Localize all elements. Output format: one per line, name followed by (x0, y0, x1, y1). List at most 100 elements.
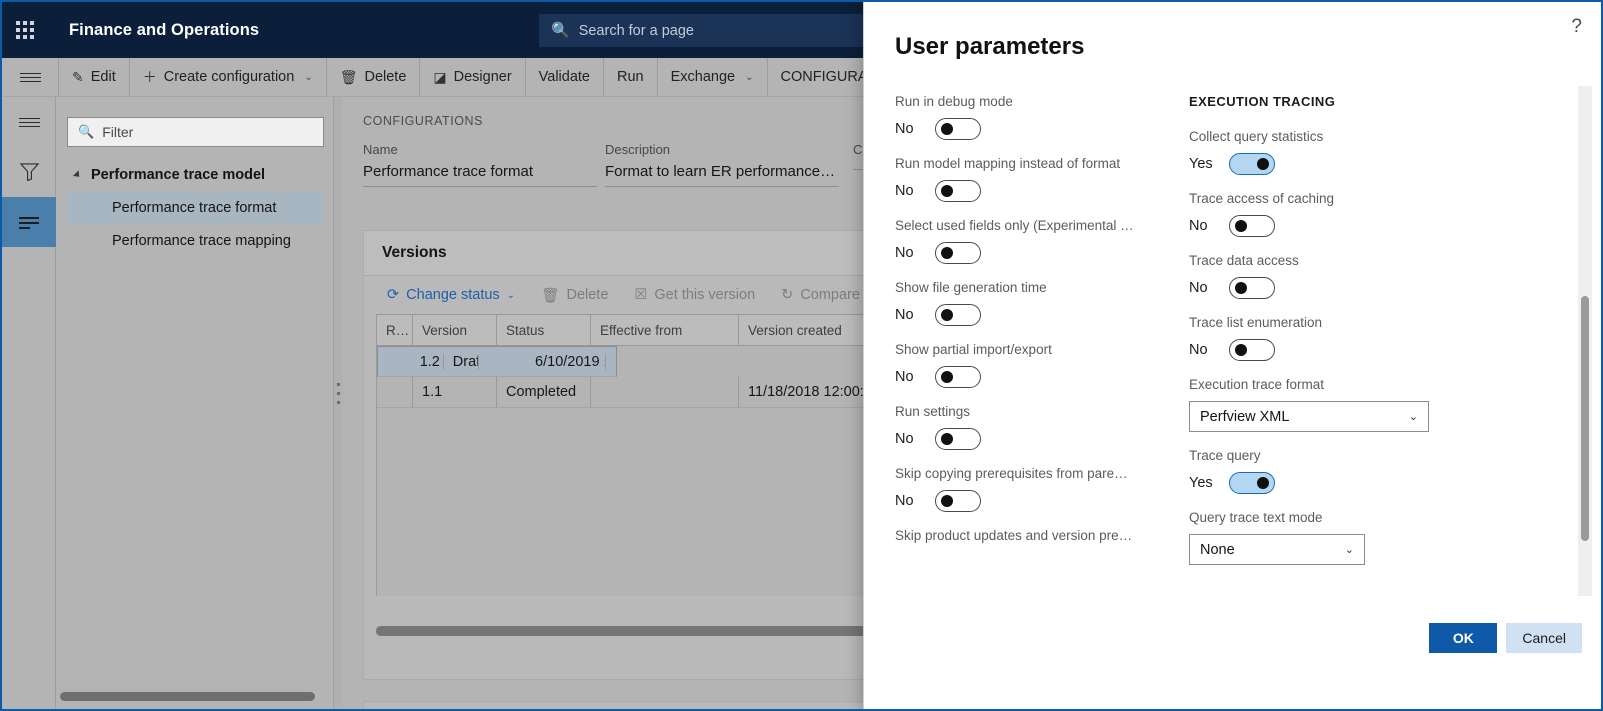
create-configuration-button[interactable]: ＋ Create configuration ⌄ (128, 57, 326, 97)
toggle-trace-data-access[interactable] (1229, 277, 1275, 299)
designer-label: Designer (453, 69, 512, 85)
name-field-value[interactable]: Performance trace format (363, 163, 597, 187)
toggle-skip-copying-prerequisites[interactable] (935, 490, 981, 512)
cancel-button[interactable]: Cancel (1506, 623, 1582, 653)
dialog-footer: OK Cancel (864, 609, 1601, 709)
panel-splitter-handle[interactable] (333, 97, 343, 709)
tree-node-performance-trace-model[interactable]: Performance trace model (67, 158, 324, 191)
table-row[interactable]: 1.2 Draft 📅 6/10/2019 12:21:55 (377, 346, 617, 377)
select-execution-trace-format[interactable]: Perfview XML ⌄ (1189, 401, 1429, 432)
toggle-trace-query[interactable] (1229, 472, 1275, 494)
edit-button[interactable]: ✎ Edit (58, 57, 129, 97)
trash-icon: 🗑 (541, 287, 560, 304)
description-field-value[interactable]: Format to learn ER performance… (605, 163, 839, 187)
toggle-show-file-generation-time[interactable] (935, 304, 981, 326)
dialog-vertical-scrollbar[interactable] (1578, 86, 1592, 596)
option-value: No (895, 183, 914, 199)
option-label: Run settings (895, 404, 971, 419)
validate-button[interactable]: Validate (524, 57, 603, 97)
chevron-down-icon: ⌄ (1344, 544, 1354, 556)
option-value: No (895, 245, 914, 261)
option-value: No (1189, 218, 1208, 234)
option-value: No (895, 493, 914, 509)
option-value: No (895, 431, 914, 447)
toggle-trace-list-enumeration[interactable] (1229, 339, 1275, 361)
toggle-knob (1257, 477, 1269, 489)
toggle-knob (1235, 344, 1247, 356)
refresh-status-icon: ⟳ (387, 287, 400, 303)
chevron-down-icon: ⌄ (1408, 411, 1418, 423)
scrollbar-thumb[interactable] (60, 692, 315, 701)
scrollbar-thumb[interactable] (1581, 296, 1589, 541)
option-skip-product-updates: Skip product updates and version pre… (895, 528, 1165, 543)
description-field: Description Format to learn ER performan… (605, 142, 839, 187)
toggle-run-model-mapping[interactable] (935, 180, 981, 202)
list-lines-glyph (19, 216, 39, 229)
cell-version: 1.1 (413, 377, 497, 407)
grid-delete-button[interactable]: 🗑 Delete (530, 276, 619, 314)
option-label: Trace query (1189, 448, 1261, 463)
plus-icon: ＋ (142, 69, 157, 85)
option-execution-trace-format: Execution trace format Perfview XML ⌄ (1189, 377, 1461, 432)
filter-funnel-icon[interactable] (2, 147, 56, 197)
description-field-label: Description (605, 142, 671, 157)
run-button[interactable]: Run (603, 57, 657, 97)
chevron-down-icon: ⌄ (506, 289, 516, 301)
option-trace-list-enumeration: Trace list enumeration No (1189, 315, 1461, 361)
option-label: Execution trace format (1189, 377, 1325, 392)
column-header-version[interactable]: Version (413, 315, 497, 345)
option-query-trace-text-mode: Query trace text mode None ⌄ (1189, 510, 1461, 565)
toggle-select-used-fields-only[interactable] (935, 242, 981, 264)
dialog-body: Run in debug mode No Run model mapping i… (864, 94, 1601, 606)
option-label: Collect query statistics (1189, 129, 1324, 144)
designer-button[interactable]: ◪ Designer (419, 57, 524, 97)
filter-input[interactable]: 🔍 Filter (67, 117, 324, 147)
select-value: None (1200, 541, 1235, 558)
app-launcher-grid-icon[interactable] (2, 2, 48, 58)
column-header-r[interactable]: R… (377, 315, 413, 345)
cell-version-created: 6/10/2019 12:21:55 (526, 353, 606, 370)
toggle-knob (1235, 220, 1247, 232)
tree-list: Performance trace model Performance trac… (67, 158, 324, 257)
rail-menu-icon[interactable] (2, 97, 56, 147)
exchange-button[interactable]: Exchange ⌄ (656, 57, 767, 97)
toggle-show-partial-import-export[interactable] (935, 366, 981, 388)
toggle-knob (941, 433, 953, 445)
option-run-model-mapping-instead-of-format: Run model mapping instead of format No (895, 156, 1165, 202)
get-this-version-button[interactable]: ☒ Get this version (623, 276, 766, 314)
expand-triangle-icon[interactable] (72, 169, 83, 180)
column-header-effective-from[interactable]: Effective from (591, 315, 739, 345)
delete-button[interactable]: 🗑 Delete (325, 57, 420, 97)
hamburger-menu-icon[interactable] (2, 58, 58, 97)
cell-version: 1.2 (411, 353, 444, 370)
toggle-collect-query-statistics[interactable] (1229, 153, 1275, 175)
toggle-knob (941, 371, 953, 383)
splitter-dots (337, 383, 340, 404)
list-view-icon[interactable] (2, 197, 56, 247)
help-icon[interactable]: ? (1571, 16, 1582, 38)
toggle-run-settings[interactable] (935, 428, 981, 450)
dialog-buttons: OK Cancel (1429, 623, 1582, 653)
app-title: Finance and Operations (69, 20, 260, 39)
cell-effective-from[interactable] (591, 377, 739, 407)
option-label: Run in debug mode (895, 94, 1013, 109)
tree-horizontal-scrollbar[interactable] (57, 692, 331, 701)
user-parameters-dialog: ? User parameters Run in debug mode No R… (863, 2, 1601, 709)
name-field-label: Name (363, 142, 398, 157)
chevron-down-icon: ⌄ (745, 71, 754, 83)
cell-r (377, 377, 413, 407)
tree-node-performance-trace-mapping[interactable]: Performance trace mapping (67, 224, 324, 257)
ok-button[interactable]: OK (1429, 623, 1498, 653)
search-input[interactable]: 🔍 Search for a page (539, 14, 868, 47)
application-window: Finance and Operations 🔍 Search for a pa… (0, 0, 1603, 711)
search-placeholder: Search for a page (578, 22, 694, 39)
option-label: Trace data access (1189, 253, 1299, 268)
option-value: No (895, 307, 914, 323)
option-trace-query: Trace query Yes (1189, 448, 1461, 494)
change-status-button[interactable]: ⟳ Change status ⌄ (376, 276, 526, 314)
toggle-run-in-debug-mode[interactable] (935, 118, 981, 140)
toggle-trace-access-of-caching[interactable] (1229, 215, 1275, 237)
column-header-status[interactable]: Status (497, 315, 591, 345)
tree-node-performance-trace-format[interactable]: Performance trace format (67, 191, 324, 224)
select-query-trace-text-mode[interactable]: None ⌄ (1189, 534, 1365, 565)
